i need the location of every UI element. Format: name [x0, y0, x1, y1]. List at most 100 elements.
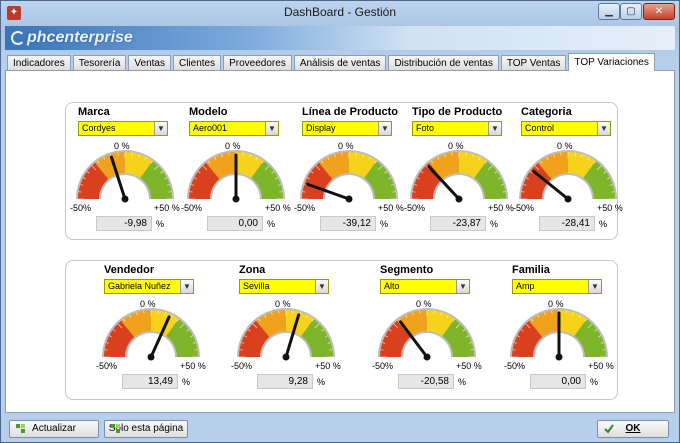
- gauge-filter-select[interactable]: Display ▼: [302, 121, 392, 136]
- tab-ventas[interactable]: Ventas: [128, 55, 171, 71]
- gauge-filter-value: Amp: [516, 281, 535, 291]
- gauge-label: Vendedor: [104, 264, 155, 276]
- refresh-button[interactable]: Actualizar: [9, 420, 99, 438]
- gauge-label: Tipo de Producto: [412, 106, 503, 118]
- chevron-down-icon[interactable]: ▼: [456, 280, 469, 293]
- chevron-down-icon[interactable]: ▼: [154, 122, 167, 135]
- gauge-value: -20,58: [398, 374, 454, 389]
- gauge-dial: [378, 308, 476, 361]
- chevron-down-icon[interactable]: ▼: [315, 280, 328, 293]
- tab-proveedores[interactable]: Proveedores: [223, 55, 292, 71]
- gauge-label: Familia: [512, 264, 550, 276]
- gauge-value: -9,98: [96, 216, 152, 231]
- refresh-icon: [16, 424, 25, 433]
- gauge-group-products: Marca Cordyes ▼ 0 % -50% +50 % -9,98 % M…: [65, 102, 623, 240]
- title-bar: ✦ DashBoard - Gestión ▁ ▢ ✕: [1, 1, 679, 25]
- chevron-down-icon[interactable]: ▼: [378, 122, 391, 135]
- gauge-filter-select[interactable]: Gabriela Nuñez ▼: [104, 279, 194, 294]
- tab-tesorería[interactable]: Tesorería: [72, 55, 127, 71]
- gauge-modelo: Modelo Aero001 ▼ 0 % -50% +50 % 0,00 %: [181, 103, 291, 238]
- gauge-filter-value: Foto: [416, 123, 435, 133]
- gauge-label: Categoria: [521, 106, 572, 118]
- gauge-hub: [423, 353, 431, 361]
- gauge-hub: [564, 195, 572, 203]
- gauge-value-unit: %: [490, 219, 499, 229]
- gauge-tipo-de-producto: Tipo de Producto Foto ▼ 0 % -50% +50 % -…: [404, 103, 514, 238]
- gauge-segmento: Segmento Alto ▼ 0 % -50% +50 % -20,58 %: [372, 261, 482, 396]
- gauge-dial: [300, 150, 398, 203]
- gauge-marca: Marca Cordyes ▼ 0 % -50% +50 % -9,98 %: [70, 103, 180, 238]
- gauge-value-unit: %: [267, 219, 276, 229]
- gauge-label: Línea de Producto: [302, 106, 398, 118]
- gauge-hub: [147, 353, 155, 361]
- gauge-label: Modelo: [189, 106, 228, 118]
- gauge-label: Marca: [78, 106, 110, 118]
- chevron-down-icon[interactable]: ▼: [588, 280, 601, 293]
- gauge-hub: [121, 195, 129, 203]
- gauge-categoria: Categoria Control ▼ 0 % -50% +50 % -28,4…: [513, 103, 623, 238]
- refresh-button-label: Actualizar: [32, 423, 76, 434]
- tab-clientes[interactable]: Clientes: [172, 55, 222, 71]
- gauge-dial: [76, 150, 174, 203]
- gauge-label: Segmento: [380, 264, 434, 276]
- tab-content: Marca Cordyes ▼ 0 % -50% +50 % -9,98 % M…: [5, 70, 675, 413]
- gauge-value: 0,00: [207, 216, 263, 231]
- gauge-zona: Zona Sevilla ▼ 0 % -50% +50 % 9,28 %: [231, 261, 341, 396]
- gauge-value: -23,87: [430, 216, 486, 231]
- gauge-value: 13,49: [122, 374, 178, 389]
- app-window: ✦ DashBoard - Gestión ▁ ▢ ✕ phcenterpris…: [0, 0, 680, 443]
- tab-top-variaciones[interactable]: TOP Variaciones: [568, 53, 655, 71]
- brand-logo-icon: [11, 31, 25, 45]
- gauge-value-unit: %: [317, 377, 326, 387]
- gauge-dial: [510, 308, 608, 361]
- gauge-filter-select[interactable]: Amp ▼: [512, 279, 602, 294]
- gauge-familia: Familia Amp ▼ 0 % -50% +50 % 0,00 %: [504, 261, 614, 396]
- gauge-filter-value: Gabriela Nuñez: [108, 281, 171, 291]
- tab-indicadores[interactable]: Indicadores: [7, 55, 71, 71]
- gauge-filter-value: Sevilla: [243, 281, 270, 291]
- gauge-filter-select[interactable]: Alto ▼: [380, 279, 470, 294]
- gauge-dial: [187, 150, 285, 203]
- gauge-dial: [410, 150, 508, 203]
- gauge-value-unit: %: [380, 219, 389, 229]
- gauge-hub: [232, 195, 240, 203]
- gauge-dial: [102, 308, 200, 361]
- gauge-filter-select[interactable]: Cordyes ▼: [78, 121, 168, 136]
- gauge-dial: [519, 150, 617, 203]
- tab-top-ventas[interactable]: TOP Ventas: [500, 55, 567, 71]
- gauge-vendedor: Vendedor Gabriela Nuñez ▼ 0 % -50% +50 %…: [96, 261, 206, 396]
- this-page-only-button[interactable]: Solo esta página: [104, 420, 188, 438]
- ok-button-label: OK: [625, 423, 641, 434]
- gauge-filter-value: Alto: [384, 281, 400, 291]
- gauge-filter-select[interactable]: Foto ▼: [412, 121, 502, 136]
- tab-análisis-de-ventas[interactable]: Análisis de ventas: [293, 55, 387, 71]
- refresh-page-icon: [111, 424, 120, 433]
- gauge-filter-select[interactable]: Control ▼: [521, 121, 611, 136]
- gauge-label: Zona: [239, 264, 266, 276]
- tab-strip: Indicadores Tesorería Ventas Clientes Provee…: [7, 53, 657, 71]
- gauge-hub: [555, 353, 563, 361]
- gauge-value-unit: %: [156, 219, 165, 229]
- gauge-filter-value: Aero001: [193, 123, 228, 133]
- maximize-button[interactable]: ▢: [620, 3, 642, 20]
- chevron-down-icon[interactable]: ▼: [180, 280, 193, 293]
- chevron-down-icon[interactable]: ▼: [265, 122, 278, 135]
- ok-button[interactable]: OK: [597, 420, 669, 438]
- brand-logo-text: phcenterprise: [27, 29, 133, 46]
- gauge-dial: [237, 308, 335, 361]
- gauge-filter-select[interactable]: Aero001 ▼: [189, 121, 279, 136]
- close-button[interactable]: ✕: [643, 3, 675, 20]
- tab-distribución-de-ventas[interactable]: Distribución de ventas: [388, 55, 499, 71]
- gauge-value: 9,28: [257, 374, 313, 389]
- brand-banner: phcenterprise: [5, 26, 675, 50]
- gauge-value-unit: %: [182, 377, 191, 387]
- gauge-value: -28,41: [539, 216, 595, 231]
- minimize-button[interactable]: ▁: [598, 3, 620, 20]
- gauge-hub: [455, 195, 463, 203]
- chevron-down-icon[interactable]: ▼: [597, 122, 610, 135]
- gauge-filter-value: Cordyes: [82, 123, 116, 133]
- gauge-value-unit: %: [599, 219, 608, 229]
- gauge-filter-select[interactable]: Sevilla ▼: [239, 279, 329, 294]
- chevron-down-icon[interactable]: ▼: [488, 122, 501, 135]
- gauge-hub: [345, 195, 353, 203]
